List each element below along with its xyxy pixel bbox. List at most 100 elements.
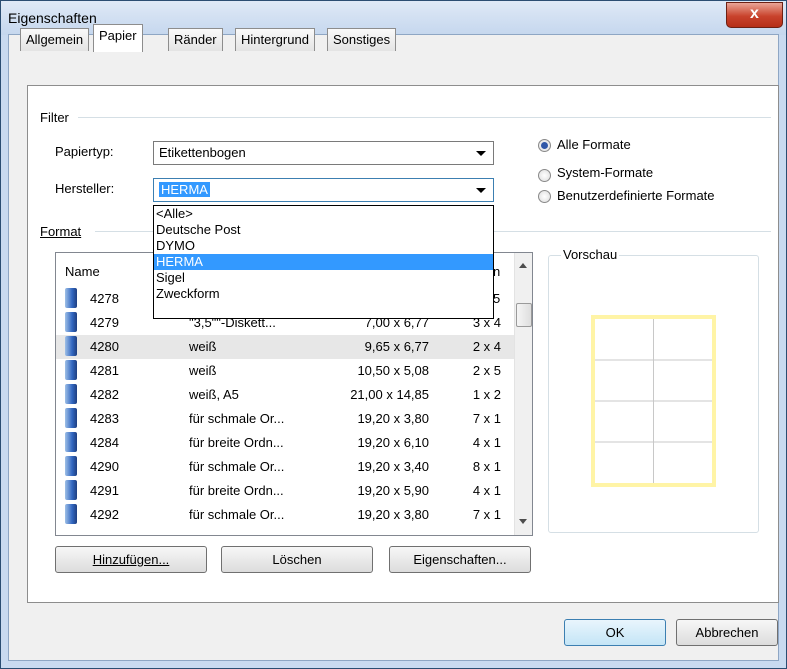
table-row[interactable]: 4291 für breite Ordn... 19,20 x 5,90 4 x… xyxy=(56,479,514,503)
dropdown-option-selected[interactable]: HERMA xyxy=(154,254,493,270)
dropdown-option[interactable]: Sigel xyxy=(154,270,493,286)
label-sheet-icon xyxy=(65,336,77,356)
tab-allgemein[interactable]: Allgemein xyxy=(20,28,90,51)
label-grid xyxy=(595,319,712,483)
cancel-button[interactable]: Abbrechen xyxy=(676,619,778,646)
row-layout: 2 x 5 xyxy=(472,363,501,378)
row-size: 19,20 x 3,80 xyxy=(357,507,429,522)
label-sheet-icon xyxy=(65,456,77,476)
radio-benutzerdefinierte-formate[interactable] xyxy=(538,190,551,203)
chevron-down-icon xyxy=(476,188,486,193)
row-layout: 2 x 4 xyxy=(472,339,501,354)
table-row[interactable]: 4281 weiß 10,50 x 5,08 2 x 5 xyxy=(56,359,514,383)
label-sheet-icon xyxy=(65,360,77,380)
list-scrollbar[interactable] xyxy=(514,253,532,535)
row-layout: 4 x 1 xyxy=(472,435,501,450)
row-name: 4282 xyxy=(90,387,119,402)
label-sheet-icon xyxy=(65,288,77,308)
column-header-partial[interactable]: n xyxy=(493,264,500,279)
row-layout: 1 x 2 xyxy=(472,387,501,402)
table-row[interactable]: 4284 für breite Ordn... 19,20 x 6,10 4 x… xyxy=(56,431,514,455)
label-sheet-icon xyxy=(65,312,77,332)
filter-divider xyxy=(78,117,771,118)
row-name: 4281 xyxy=(90,363,119,378)
row-layout: 7 x 1 xyxy=(472,411,501,426)
dropdown-option[interactable]: Zweckform xyxy=(154,286,493,302)
row-layout: 5 xyxy=(493,291,501,306)
tab-sonstiges[interactable]: Sonstiges xyxy=(327,28,397,51)
chevron-down-icon xyxy=(476,151,486,156)
delete-button-label: Löschen xyxy=(272,552,322,567)
row-description: für schmale Or... xyxy=(189,411,285,426)
row-description: weiß, A5 xyxy=(189,387,239,402)
window-title: Eigenschaften xyxy=(8,10,97,26)
add-button-label: Hinzufügen... xyxy=(92,552,170,567)
delete-button[interactable]: Löschen xyxy=(221,546,373,573)
row-size: 9,65 x 6,77 xyxy=(364,339,429,354)
row-description: weiß xyxy=(189,363,217,378)
row-size: 19,20 x 6,10 xyxy=(357,435,429,450)
close-button[interactable]: x xyxy=(726,2,783,28)
label-sheet-preview xyxy=(591,315,716,487)
format-group-label: Format xyxy=(40,224,82,239)
radio-system-formate[interactable] xyxy=(538,169,551,182)
properties-button-label: Eigenschaften... xyxy=(413,552,507,567)
table-row[interactable]: 4290 für schmale Or... 19,20 x 3,40 8 x … xyxy=(56,455,514,479)
tab-hintergrund[interactable]: Hintergrund xyxy=(235,28,315,51)
row-size: 21,00 x 14,85 xyxy=(350,387,429,402)
label-sheet-icon xyxy=(65,432,77,452)
papiertyp-label: Papiertyp: xyxy=(55,144,114,159)
radio-alle-formate-label: Alle Formate xyxy=(557,137,631,152)
row-name: 4291 xyxy=(90,483,119,498)
dropdown-option[interactable]: Deutsche Post xyxy=(154,222,493,238)
row-layout: 7 x 1 xyxy=(472,507,501,522)
papiertyp-value: Etikettenbogen xyxy=(159,145,246,160)
row-description: für schmale Or... xyxy=(189,507,285,522)
label-sheet-icon xyxy=(65,384,77,404)
row-name: 4279 xyxy=(90,315,119,330)
row-size: 10,50 x 5,08 xyxy=(357,363,429,378)
filter-group-label: Filter xyxy=(40,110,69,125)
preview-label: Vorschau xyxy=(561,247,620,262)
ok-button[interactable]: OK xyxy=(564,619,666,646)
table-row[interactable]: 4283 für schmale Or... 19,20 x 3,80 7 x … xyxy=(56,407,514,431)
row-description: für schmale Or... xyxy=(189,459,285,474)
row-description: weiß xyxy=(189,339,217,354)
row-layout: 4 x 1 xyxy=(472,483,501,498)
papiertyp-combo[interactable]: Etikettenbogen xyxy=(153,141,494,165)
row-name: 4292 xyxy=(90,507,119,522)
radio-system-formate-label: System-Formate xyxy=(557,165,654,180)
label-sheet-icon xyxy=(65,480,77,500)
dropdown-option[interactable]: <Alle> xyxy=(154,206,493,222)
tab-papier[interactable]: Papier xyxy=(93,24,143,52)
row-size: 19,20 x 3,40 xyxy=(357,459,429,474)
row-name: 4283 xyxy=(90,411,119,426)
label-sheet-icon xyxy=(65,504,77,524)
scrollbar-thumb[interactable] xyxy=(516,303,532,327)
scroll-down-icon[interactable] xyxy=(519,519,527,524)
radio-alle-formate[interactable] xyxy=(538,139,551,152)
hersteller-label: Hersteller: xyxy=(55,181,115,196)
hersteller-value: HERMA xyxy=(159,182,210,197)
add-button[interactable]: Hinzufügen... xyxy=(55,546,207,573)
row-size: 19,20 x 3,80 xyxy=(357,411,429,426)
label-sheet-icon xyxy=(65,408,77,428)
row-name: 4290 xyxy=(90,459,119,474)
table-row[interactable]: 4292 für schmale Or... 19,20 x 3,80 7 x … xyxy=(56,503,514,527)
row-size: 19,20 x 5,90 xyxy=(357,483,429,498)
row-description: für breite Ordn... xyxy=(189,435,284,450)
scroll-up-icon[interactable] xyxy=(519,263,527,268)
row-name: 4284 xyxy=(90,435,119,450)
column-header-name[interactable]: Name xyxy=(65,264,100,279)
hersteller-combo[interactable]: HERMA xyxy=(153,178,494,202)
row-description: für breite Ordn... xyxy=(189,483,284,498)
table-row[interactable]: 4280 weiß 9,65 x 6,77 2 x 4 xyxy=(56,335,514,359)
row-layout: 8 x 1 xyxy=(472,459,501,474)
hersteller-dropdown-list[interactable]: <Alle> Deutsche Post DYMO HERMA Sigel Zw… xyxy=(153,205,494,319)
table-row[interactable]: 4282 weiß, A5 21,00 x 14,85 1 x 2 xyxy=(56,383,514,407)
dropdown-option[interactable]: DYMO xyxy=(154,238,493,254)
properties-button[interactable]: Eigenschaften... xyxy=(389,546,531,573)
radio-benutzerdefinierte-formate-label: Benutzerdefinierte Formate xyxy=(557,188,715,203)
tab-raender[interactable]: Ränder xyxy=(168,28,223,51)
row-name: 4278 xyxy=(90,291,119,306)
